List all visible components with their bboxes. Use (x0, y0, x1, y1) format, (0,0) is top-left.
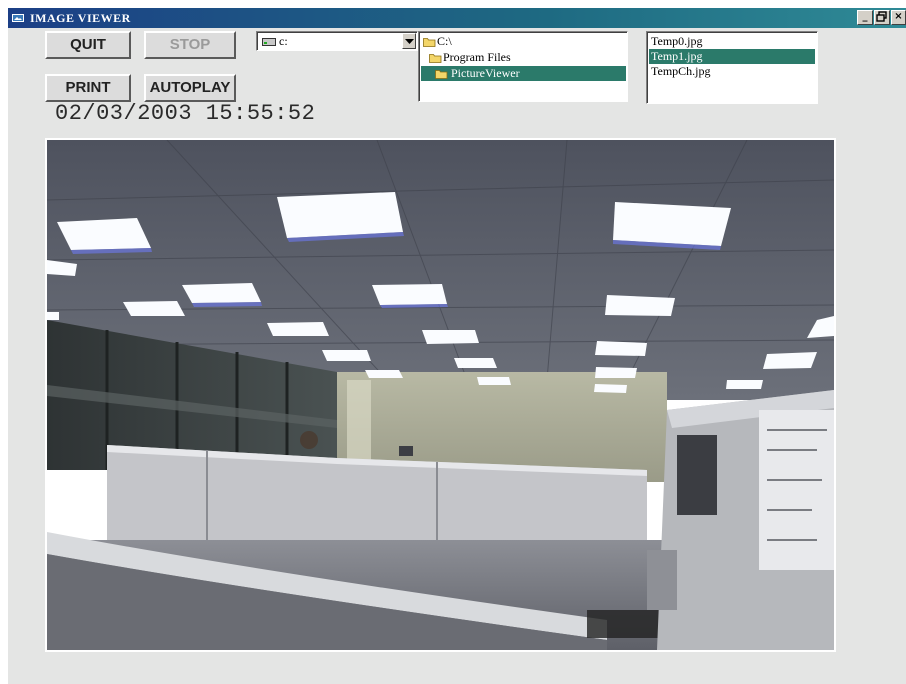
dropdown-arrow-button[interactable] (402, 33, 416, 49)
directory-label: C:\ (437, 34, 452, 48)
restore-button[interactable] (874, 10, 890, 25)
open-folder-icon (423, 36, 436, 47)
open-folder-icon (429, 52, 442, 63)
autoplay-button[interactable]: AUTOPLAY (144, 74, 236, 102)
app-icon (11, 11, 25, 25)
directory-label: Program Files (443, 50, 511, 64)
file-list[interactable]: Temp0.jpg Temp1.jpg TempCh.jpg (646, 31, 818, 104)
restore-icon (876, 11, 887, 22)
quit-button[interactable]: QUIT (45, 31, 131, 59)
file-item-selected[interactable]: Temp1.jpg (649, 49, 815, 64)
file-item[interactable]: TempCh.jpg (649, 64, 815, 79)
stop-button[interactable]: STOP (144, 31, 236, 59)
directory-item-pictureviewer[interactable]: PictureViewer (421, 66, 626, 81)
office-photo (47, 140, 834, 650)
minimize-button[interactable]: _ (857, 10, 873, 25)
drive-select[interactable]: c: (256, 31, 418, 51)
drive-select-value: c: (279, 34, 288, 48)
timestamp-display: 02/03/2003 15:55:52 (55, 101, 316, 126)
close-button[interactable]: × (891, 10, 906, 25)
directory-item-root[interactable]: C:\ (421, 34, 626, 49)
image-display (45, 138, 836, 652)
file-item[interactable]: Temp0.jpg (649, 34, 815, 49)
drive-icon (262, 36, 276, 46)
window-title: IMAGE VIEWER (30, 11, 131, 25)
open-folder-icon (435, 68, 448, 79)
directory-list[interactable]: C:\ Program Files PictureViewer (418, 31, 628, 102)
directory-item-program-files[interactable]: Program Files (421, 50, 626, 65)
chevron-down-icon (405, 39, 414, 44)
print-button[interactable]: PRINT (45, 74, 131, 102)
directory-label: PictureViewer (451, 66, 520, 80)
image-viewer-window: IMAGE VIEWER _ × QUIT STOP PRINT AUTOPLA… (8, 8, 906, 684)
title-bar[interactable]: IMAGE VIEWER _ × (8, 8, 906, 28)
